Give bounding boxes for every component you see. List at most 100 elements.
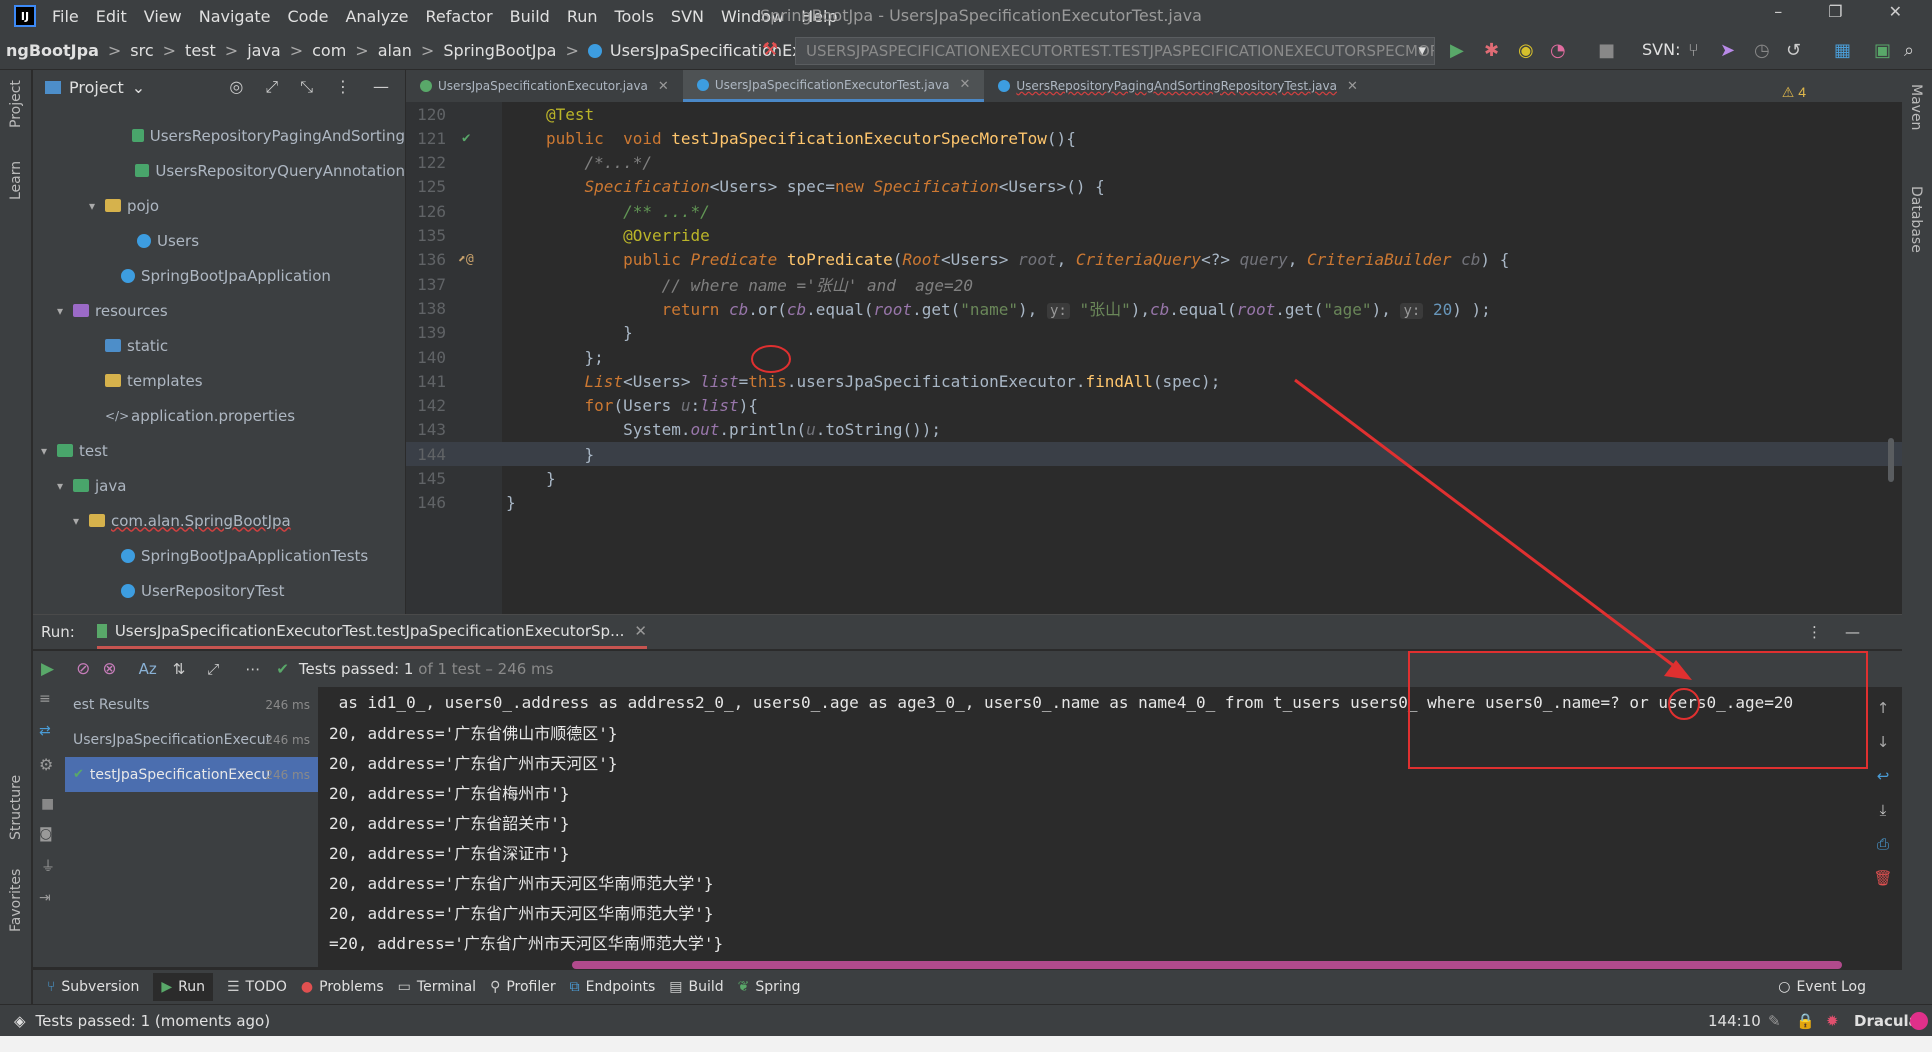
menu-analyze[interactable]: Analyze xyxy=(345,7,408,26)
scroll-to-end-icon[interactable]: ⤓ xyxy=(1870,793,1896,827)
camera-icon[interactable]: ◙ xyxy=(39,826,65,842)
run-configuration-select[interactable]: USERSJPASPECIFICATIONEXECUTORTEST.TESTJP… xyxy=(795,37,1435,65)
tree-item[interactable]: SpringBootJpaApplication xyxy=(33,258,405,293)
tree-item[interactable]: UsersRepositoryPagingAndSorting xyxy=(33,118,405,153)
bug-icon[interactable]: ✹ xyxy=(1826,1012,1839,1030)
chevron-down-icon[interactable]: ⌄ xyxy=(132,78,145,97)
code-editor[interactable]: 120 @Test 121 public void testJpaSpecificat… xyxy=(406,84,1902,614)
console-horizontal-scrollbar[interactable] xyxy=(572,961,1842,969)
close-icon[interactable]: ✕ xyxy=(658,79,669,94)
stop-icon[interactable]: ■ xyxy=(41,796,65,812)
menu-navigate[interactable]: Navigate xyxy=(199,7,271,26)
database-tool-button[interactable]: Database xyxy=(1908,186,1924,253)
more-icon[interactable]: ⋮ xyxy=(335,77,351,97)
coverage-icon[interactable]: ◉ xyxy=(1518,40,1534,61)
tool-window-button-todo[interactable]: ☰ TODO xyxy=(227,979,287,995)
tree-item[interactable]: ▾ com.alan.SpringBootJpa xyxy=(33,503,405,538)
breadcrumb-item[interactable]: test xyxy=(185,41,216,60)
override-gutter-icon[interactable]: ⬈@ xyxy=(458,252,474,267)
tool-window-button-endpoints[interactable]: ⧉ Endpoints xyxy=(570,979,656,995)
code-line[interactable]: 138 return cb.or(cb.equal(root.get("name… xyxy=(406,296,1902,320)
code-line[interactable]: 140 }; xyxy=(406,345,1902,369)
code-line[interactable]: 139 } xyxy=(406,321,1902,345)
tool-window-button-terminal[interactable]: ▭ Terminal xyxy=(398,979,476,995)
code-line[interactable]: 121 public void testJpaSpecificationExecu… xyxy=(406,126,1902,150)
menu-code[interactable]: Code xyxy=(288,7,329,26)
learn-tool-button[interactable]: Learn xyxy=(8,161,24,200)
tree-item[interactable]: ▾ test xyxy=(33,433,405,468)
pencil-icon[interactable]: ✎ xyxy=(1768,1012,1781,1030)
rerun-icon[interactable]: ▶ xyxy=(41,659,54,679)
minimize-icon[interactable]: – xyxy=(1774,2,1782,21)
cursor-position[interactable]: 144:10 xyxy=(1708,1012,1761,1030)
build-hammer-icon[interactable]: ⚒ xyxy=(762,39,778,60)
tree-item[interactable]: </> application.properties xyxy=(33,398,405,433)
code-line[interactable]: 145} xyxy=(406,467,1902,491)
history-icon[interactable]: ◷ xyxy=(1754,40,1770,61)
test-result-item[interactable]: ✔ testJpaSpecificationExecu 246 ms xyxy=(33,757,318,792)
warning-count[interactable]: ⚠ 4 xyxy=(1782,84,1806,101)
chevron-down-icon[interactable]: ▾ xyxy=(57,479,73,493)
tree-item[interactable]: static xyxy=(33,328,405,363)
avatar[interactable] xyxy=(1910,1012,1928,1030)
hide-icon[interactable]: — xyxy=(1845,623,1860,641)
editor-vertical-scrollbar[interactable] xyxy=(1888,438,1894,482)
run-icon[interactable]: ▶ xyxy=(1450,40,1464,61)
menu-file[interactable]: File xyxy=(52,7,79,26)
favorites-tool-button[interactable]: Favorites xyxy=(8,869,24,932)
tree-item[interactable]: UsersRepositoryQueryAnnotation xyxy=(33,153,405,188)
debug-icon[interactable]: ✱ xyxy=(1484,40,1499,61)
more-icon[interactable]: ⋯ xyxy=(245,660,260,678)
project-structure-icon[interactable]: ▦ xyxy=(1834,40,1851,61)
code-line[interactable]: 122 /*...*/ xyxy=(406,151,1902,175)
hide-icon[interactable]: — xyxy=(373,77,389,97)
close-icon[interactable]: ✕ xyxy=(959,77,970,92)
code-line[interactable]: 144 } xyxy=(406,442,1902,467)
profile-icon[interactable]: ◔ xyxy=(1550,40,1566,61)
breadcrumb-item[interactable]: ngBootJpa xyxy=(6,41,99,60)
menu-edit[interactable]: Edit xyxy=(96,7,127,26)
expand-icon[interactable]: ⤢ xyxy=(207,660,219,678)
tool-window-button-run[interactable]: ▶ Run xyxy=(153,973,213,1001)
swap-icon[interactable]: ⇄ xyxy=(39,723,65,739)
chevron-down-icon[interactable]: ▾ xyxy=(73,514,89,528)
breadcrumb-item[interactable]: alan xyxy=(378,41,412,60)
chevron-down-icon[interactable]: ▾ xyxy=(41,444,57,458)
tree-item[interactable]: Users xyxy=(33,223,405,258)
test-result-item[interactable]: UsersJpaSpecificationExecut 246 ms xyxy=(33,722,318,757)
wrap-icon[interactable]: ≡ xyxy=(39,691,65,707)
svn-update-icon[interactable]: ⑂ xyxy=(1688,40,1699,61)
up-arrow-icon[interactable]: ↑ xyxy=(1870,691,1896,725)
test-result-item[interactable]: est Results 246 ms xyxy=(33,687,318,722)
lock-icon[interactable]: 🔒 xyxy=(1796,1012,1815,1030)
trash-icon[interactable]: 🗑 xyxy=(1870,861,1896,895)
sort-duration-icon[interactable]: ⇅ xyxy=(173,660,186,678)
editor-tab[interactable]: UsersJpaSpecificationExecutorTest.java ✕ xyxy=(682,70,985,102)
editor-tab[interactable]: UsersJpaSpecificationExecutor.java ✕ xyxy=(406,70,683,102)
close-icon[interactable]: ✕ xyxy=(1347,79,1358,94)
menu-refactor[interactable]: Refactor xyxy=(426,7,493,26)
layers-icon[interactable]: ◈ xyxy=(14,1012,26,1030)
close-icon[interactable]: ✕ xyxy=(1889,2,1902,21)
project-tool-button[interactable]: Project xyxy=(8,80,24,128)
code-line[interactable]: 120 @Test xyxy=(406,102,1902,126)
code-line[interactable]: 136 public Predicate toPredicate(Root<Us… xyxy=(406,248,1902,272)
maven-tool-button[interactable]: Maven xyxy=(1908,84,1924,130)
menu-build[interactable]: Build xyxy=(510,7,550,26)
code-line[interactable]: 143 System.out.println(u.toString()); xyxy=(406,418,1902,442)
tree-item[interactable]: templates xyxy=(33,363,405,398)
close-icon[interactable]: ✕ xyxy=(634,622,647,640)
stop-icon[interactable]: ■ xyxy=(1598,40,1615,61)
code-line[interactable]: 141 List<Users> list=this.usersJpaSpecif… xyxy=(406,369,1902,393)
tree-item[interactable]: SpringBootJpaApplicationTests xyxy=(33,538,405,573)
breadcrumb-item[interactable]: SpringBootJpa xyxy=(443,41,556,60)
code-line[interactable]: 146} xyxy=(406,491,1902,515)
tool-window-button-build[interactable]: ▤ Build xyxy=(669,979,723,995)
more-icon[interactable]: ⋮ xyxy=(1807,623,1822,641)
down-arrow-icon[interactable]: ↓ xyxy=(1870,725,1896,759)
tree-item[interactable]: UserRepositoryTest xyxy=(33,573,405,608)
tree-item[interactable]: ▾ resources xyxy=(33,293,405,328)
collapse-icon[interactable]: ⤡ xyxy=(300,77,313,97)
settings-icon[interactable]: ⚙ xyxy=(39,755,65,774)
menu-tools[interactable]: Tools xyxy=(615,7,654,26)
